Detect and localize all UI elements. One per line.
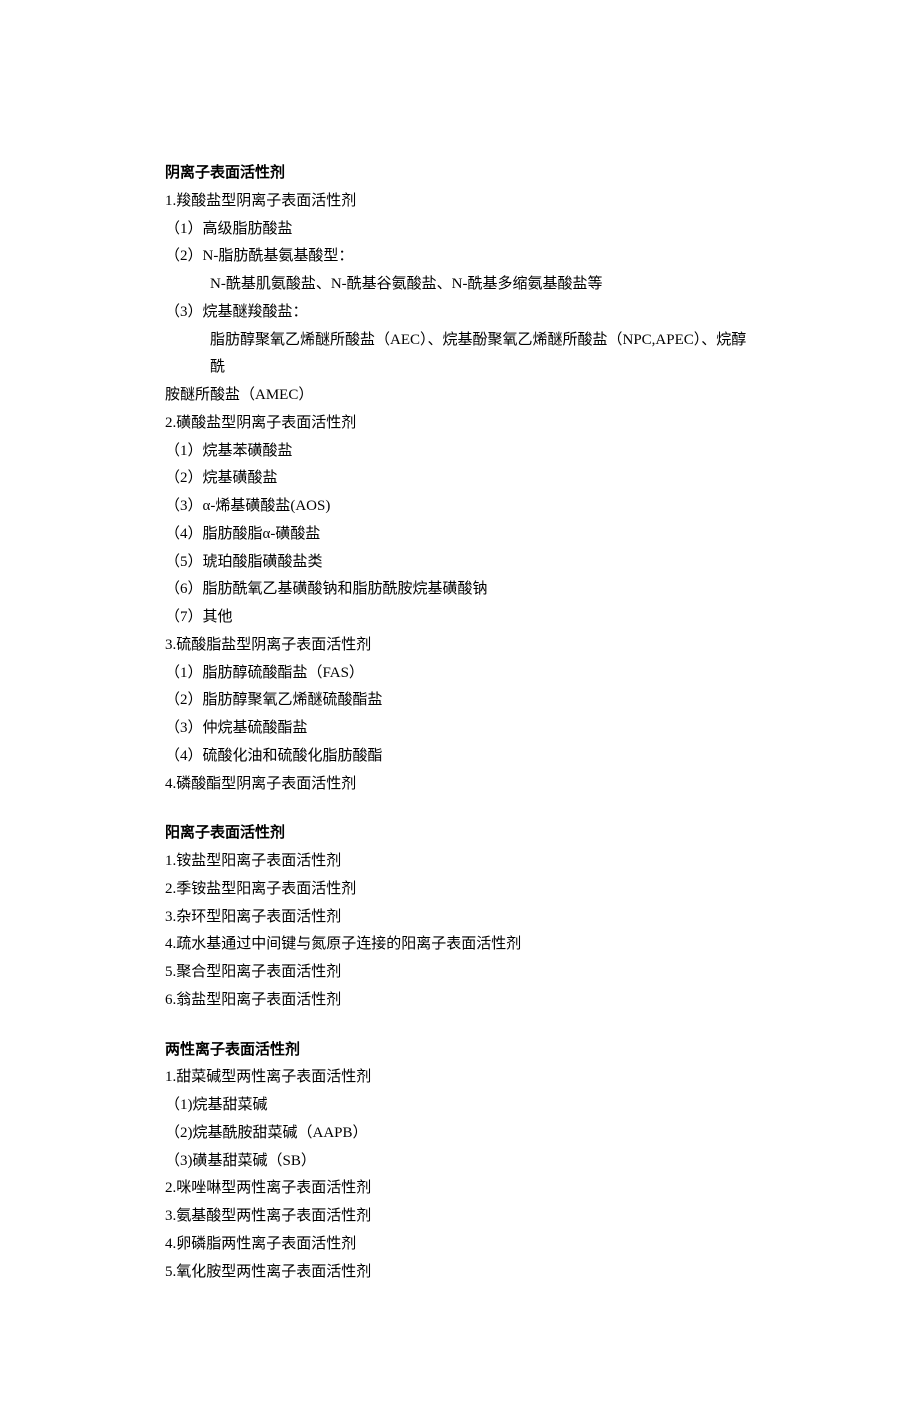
- body-line: 6.翁盐型阳离子表面活性剂: [165, 987, 755, 1015]
- body-line: N-酰基肌氨酸盐、N-酰基谷氨酸盐、N-酰基多缩氨基酸盐等: [165, 271, 755, 299]
- body-line: （2）N-脂肪酰基氨基酸型：: [165, 243, 755, 271]
- body-line: （1)烷基甜菜碱: [165, 1092, 755, 1120]
- body-line: （7）其他: [165, 604, 755, 632]
- body-line: （2）烷基磺酸盐: [165, 465, 755, 493]
- section: 阳离子表面活性剂1.铵盐型阳离子表面活性剂2.季铵盐型阳离子表面活性剂3.杂环型…: [165, 820, 755, 1014]
- body-line: 4.卵磷脂两性离子表面活性剂: [165, 1231, 755, 1259]
- body-line: （5）琥珀酸脂磺酸盐类: [165, 549, 755, 577]
- section-heading: 两性离子表面活性剂: [165, 1037, 755, 1065]
- body-line: （3）烷基醚羧酸盐：: [165, 299, 755, 327]
- body-line: （2)烷基酰胺甜菜碱（AAPB）: [165, 1120, 755, 1148]
- body-line: （3）仲烷基硫酸酯盐: [165, 715, 755, 743]
- body-line: （3）α-烯基磺酸盐(AOS): [165, 493, 755, 521]
- body-line: （4）脂肪酸脂α-磺酸盐: [165, 521, 755, 549]
- body-line: （1）脂肪醇硫酸酯盐（FAS）: [165, 660, 755, 688]
- document-body: 阴离子表面活性剂1.羧酸盐型阴离子表面活性剂（1）高级脂肪酸盐（2）N-脂肪酰基…: [165, 160, 755, 1286]
- body-line: 1.甜菜碱型两性离子表面活性剂: [165, 1064, 755, 1092]
- body-line: 2.季铵盐型阳离子表面活性剂: [165, 876, 755, 904]
- body-line: 2.咪唑啉型两性离子表面活性剂: [165, 1175, 755, 1203]
- body-line: 1.铵盐型阳离子表面活性剂: [165, 848, 755, 876]
- body-line: 5.氧化胺型两性离子表面活性剂: [165, 1259, 755, 1287]
- section: 两性离子表面活性剂1.甜菜碱型两性离子表面活性剂（1)烷基甜菜碱（2)烷基酰胺甜…: [165, 1037, 755, 1287]
- body-line: 3.氨基酸型两性离子表面活性剂: [165, 1203, 755, 1231]
- body-line: 脂肪醇聚氧乙烯醚所酸盐（AEC）、烷基酚聚氧乙烯醚所酸盐（NPC,APEC）、烷…: [165, 327, 755, 383]
- body-line: （6）脂肪酰氧乙基磺酸钠和脂肪酰胺烷基磺酸钠: [165, 576, 755, 604]
- body-line: （3)磺基甜菜碱（SB）: [165, 1148, 755, 1176]
- body-line: 3.硫酸脂盐型阴离子表面活性剂: [165, 632, 755, 660]
- body-line: 5.聚合型阳离子表面活性剂: [165, 959, 755, 987]
- body-line: （4）硫酸化油和硫酸化脂肪酸酯: [165, 743, 755, 771]
- body-line: 4.疏水基通过中间键与氮原子连接的阳离子表面活性剂: [165, 931, 755, 959]
- section-heading: 阴离子表面活性剂: [165, 160, 755, 188]
- section: 阴离子表面活性剂1.羧酸盐型阴离子表面活性剂（1）高级脂肪酸盐（2）N-脂肪酰基…: [165, 160, 755, 798]
- body-line: （1）高级脂肪酸盐: [165, 216, 755, 244]
- body-line: 3.杂环型阳离子表面活性剂: [165, 904, 755, 932]
- section-heading: 阳离子表面活性剂: [165, 820, 755, 848]
- body-line: 4.磷酸酯型阴离子表面活性剂: [165, 771, 755, 799]
- body-line: 胺醚所酸盐（AMEC）: [165, 382, 755, 410]
- body-line: （1）烷基苯磺酸盐: [165, 438, 755, 466]
- body-line: 2.磺酸盐型阴离子表面活性剂: [165, 410, 755, 438]
- body-line: 1.羧酸盐型阴离子表面活性剂: [165, 188, 755, 216]
- body-line: （2）脂肪醇聚氧乙烯醚硫酸酯盐: [165, 687, 755, 715]
